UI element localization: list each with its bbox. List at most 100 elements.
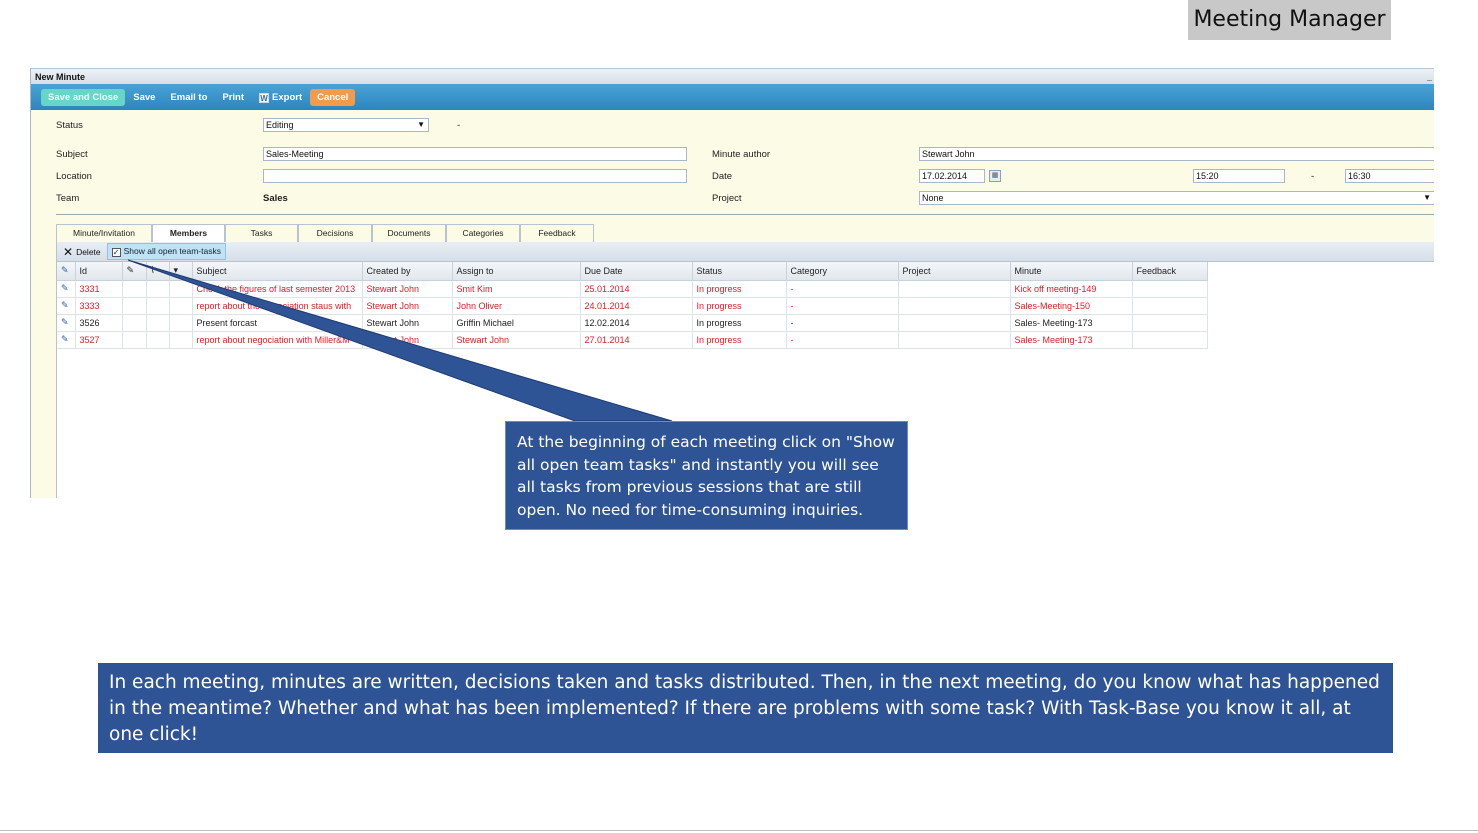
tab-decisions[interactable]: Decisions [298, 224, 372, 242]
edit-cell[interactable]: ✎ [57, 331, 76, 349]
project-select[interactable]: None ▼ [919, 191, 1434, 205]
cell-status: In progress [692, 314, 787, 332]
table-header-row: ✎ Id ✎ ⌇ ▾ Subject Created by Assign to … [57, 262, 1208, 281]
team-value: Sales [263, 193, 288, 204]
minimize-icon[interactable]: _ [1427, 69, 1432, 85]
cell-subject: Check the figures of last semester 2013 [192, 280, 363, 298]
cell-due-date: 27.01.2014 [580, 331, 693, 349]
callout-box: At the beginning of each meeting click o… [505, 421, 908, 530]
time-start-input[interactable]: 15:20 [1193, 169, 1285, 183]
form-divider [56, 214, 1434, 215]
subject-input[interactable]: Sales-Meeting [263, 147, 687, 161]
tab-tasks[interactable]: Tasks [225, 224, 298, 242]
column-header-minute[interactable]: Minute [1010, 262, 1133, 281]
cell-due-date: 12.02.2014 [580, 314, 693, 332]
window-title: New Minute [35, 72, 86, 82]
paperclip-icon: ⌇ [150, 265, 155, 276]
minute-author-input[interactable]: Stewart John [919, 147, 1434, 161]
tab-minute-invitation[interactable]: Minute/Invitation [56, 224, 152, 242]
project-select-value: None [922, 193, 944, 203]
subject-label: Subject [56, 149, 88, 160]
cell-minute[interactable]: Sales- Meeting-173 [1010, 314, 1133, 332]
column-header-created-by[interactable]: Created by [362, 262, 453, 281]
window-titlebar: New Minute _ [31, 68, 1434, 84]
table-row[interactable]: ✎ 3331 Check the figures of last semeste… [57, 280, 1208, 298]
table-row[interactable]: ✎ 3526 Present forcast Stewart John Grif… [57, 314, 1208, 332]
time-separator: - [1311, 171, 1315, 182]
banner-line-1: In each meeting, minutes are written, de… [109, 672, 1380, 693]
cancel-button[interactable]: Cancel [310, 88, 356, 106]
cell-category: - [786, 280, 899, 298]
notes-column-header: ✎ [122, 262, 147, 281]
cell-minute[interactable]: Sales-Meeting-150 [1010, 297, 1133, 315]
cell-due-date: 24.01.2014 [580, 297, 693, 315]
table-row[interactable]: ✎ 3527 report about negociation with Mil… [57, 331, 1208, 349]
column-header-feedback[interactable]: Feedback [1132, 262, 1208, 281]
cell-flag [169, 314, 193, 332]
column-header-due-date[interactable]: Due Date [580, 262, 693, 281]
edit-cell[interactable]: ✎ [57, 280, 76, 298]
time-end-input[interactable]: 16:30 [1345, 169, 1434, 183]
tasks-table: ✎ Id ✎ ⌇ ▾ Subject Created by Assign to … [57, 262, 1208, 349]
pencil-icon[interactable]: ✎ [61, 300, 69, 310]
cell-project [898, 331, 1011, 349]
status-select[interactable]: Editing ▼ [263, 118, 429, 132]
pencil-icon[interactable]: ✎ [61, 283, 69, 293]
export-button[interactable]: W Export [252, 89, 309, 106]
tab-documents[interactable]: Documents [372, 224, 446, 242]
edit-cell[interactable]: ✎ [57, 297, 76, 315]
edit-cell[interactable]: ✎ [57, 314, 76, 332]
cell-id: 3526 [75, 314, 123, 332]
banner-line-2: in the meantime? Whether and what has be… [109, 698, 1351, 745]
cell-flag [169, 331, 193, 349]
cell-project [898, 280, 1011, 298]
column-header-status[interactable]: Status [692, 262, 787, 281]
pencil-icon[interactable]: ✎ [61, 317, 69, 327]
column-header-project[interactable]: Project [898, 262, 1011, 281]
column-header-assign-to[interactable]: Assign to [452, 262, 581, 281]
show-all-open-team-tasks-checkbox[interactable]: ✓ Show all open team-tasks [106, 243, 226, 260]
chevron-down-icon: ▼ [417, 120, 425, 129]
cell-due-date: 25.01.2014 [580, 280, 693, 298]
column-header-id[interactable]: Id [75, 262, 123, 281]
tab-members[interactable]: Members [152, 224, 225, 242]
cell-minute[interactable]: Kick off meeting-149 [1010, 280, 1133, 298]
cell-status: In progress [692, 297, 787, 315]
print-button[interactable]: Print [215, 89, 251, 106]
show-all-label: Show all open team-tasks [123, 246, 221, 256]
chevron-down-icon: ▼ [1423, 193, 1431, 202]
cell-status: In progress [692, 280, 787, 298]
email-to-button[interactable]: Email to [163, 89, 214, 106]
column-header-category[interactable]: Category [786, 262, 899, 281]
column-header-subject[interactable]: Subject [192, 262, 363, 281]
cell-minute[interactable]: Sales- Meeting-173 [1010, 331, 1133, 349]
pencil-icon[interactable]: ✎ [61, 334, 69, 344]
save-and-close-button[interactable]: Save and Close [41, 88, 126, 106]
cell-feedback [1132, 331, 1208, 349]
cell-feedback [1132, 314, 1208, 332]
status-label: Status [56, 120, 83, 131]
close-icon: ✕ [63, 244, 74, 259]
word-icon: W [259, 92, 270, 103]
date-input[interactable]: 17.02.2014 [919, 169, 985, 183]
calendar-icon[interactable]: ▦ [989, 170, 1001, 182]
cell-notes [122, 331, 147, 349]
tab-feedback[interactable]: Feedback [520, 224, 594, 242]
location-input[interactable] [263, 169, 687, 183]
tab-categories[interactable]: Categories [446, 224, 520, 242]
checkbox-icon: ✓ [111, 248, 121, 257]
table-row[interactable]: ✎ 3333 report about the negociation stau… [57, 297, 1208, 315]
delete-button[interactable]: ✕ Delete [63, 245, 101, 259]
attachment-column-header: ⌇ [146, 262, 170, 281]
cell-assign-to: Stewart John [452, 331, 581, 349]
cell-category: - [786, 297, 899, 315]
cell-category: - [786, 314, 899, 332]
cell-project [898, 297, 1011, 315]
cell-assign-to: John Oliver [452, 297, 581, 315]
note-icon: ✎ [126, 265, 135, 276]
flag-icon: ▾ [173, 265, 179, 276]
cell-feedback [1132, 297, 1208, 315]
save-button[interactable]: Save [126, 89, 162, 106]
cell-assign-to: Griffin Michael [452, 314, 581, 332]
cell-status: In progress [692, 331, 787, 349]
